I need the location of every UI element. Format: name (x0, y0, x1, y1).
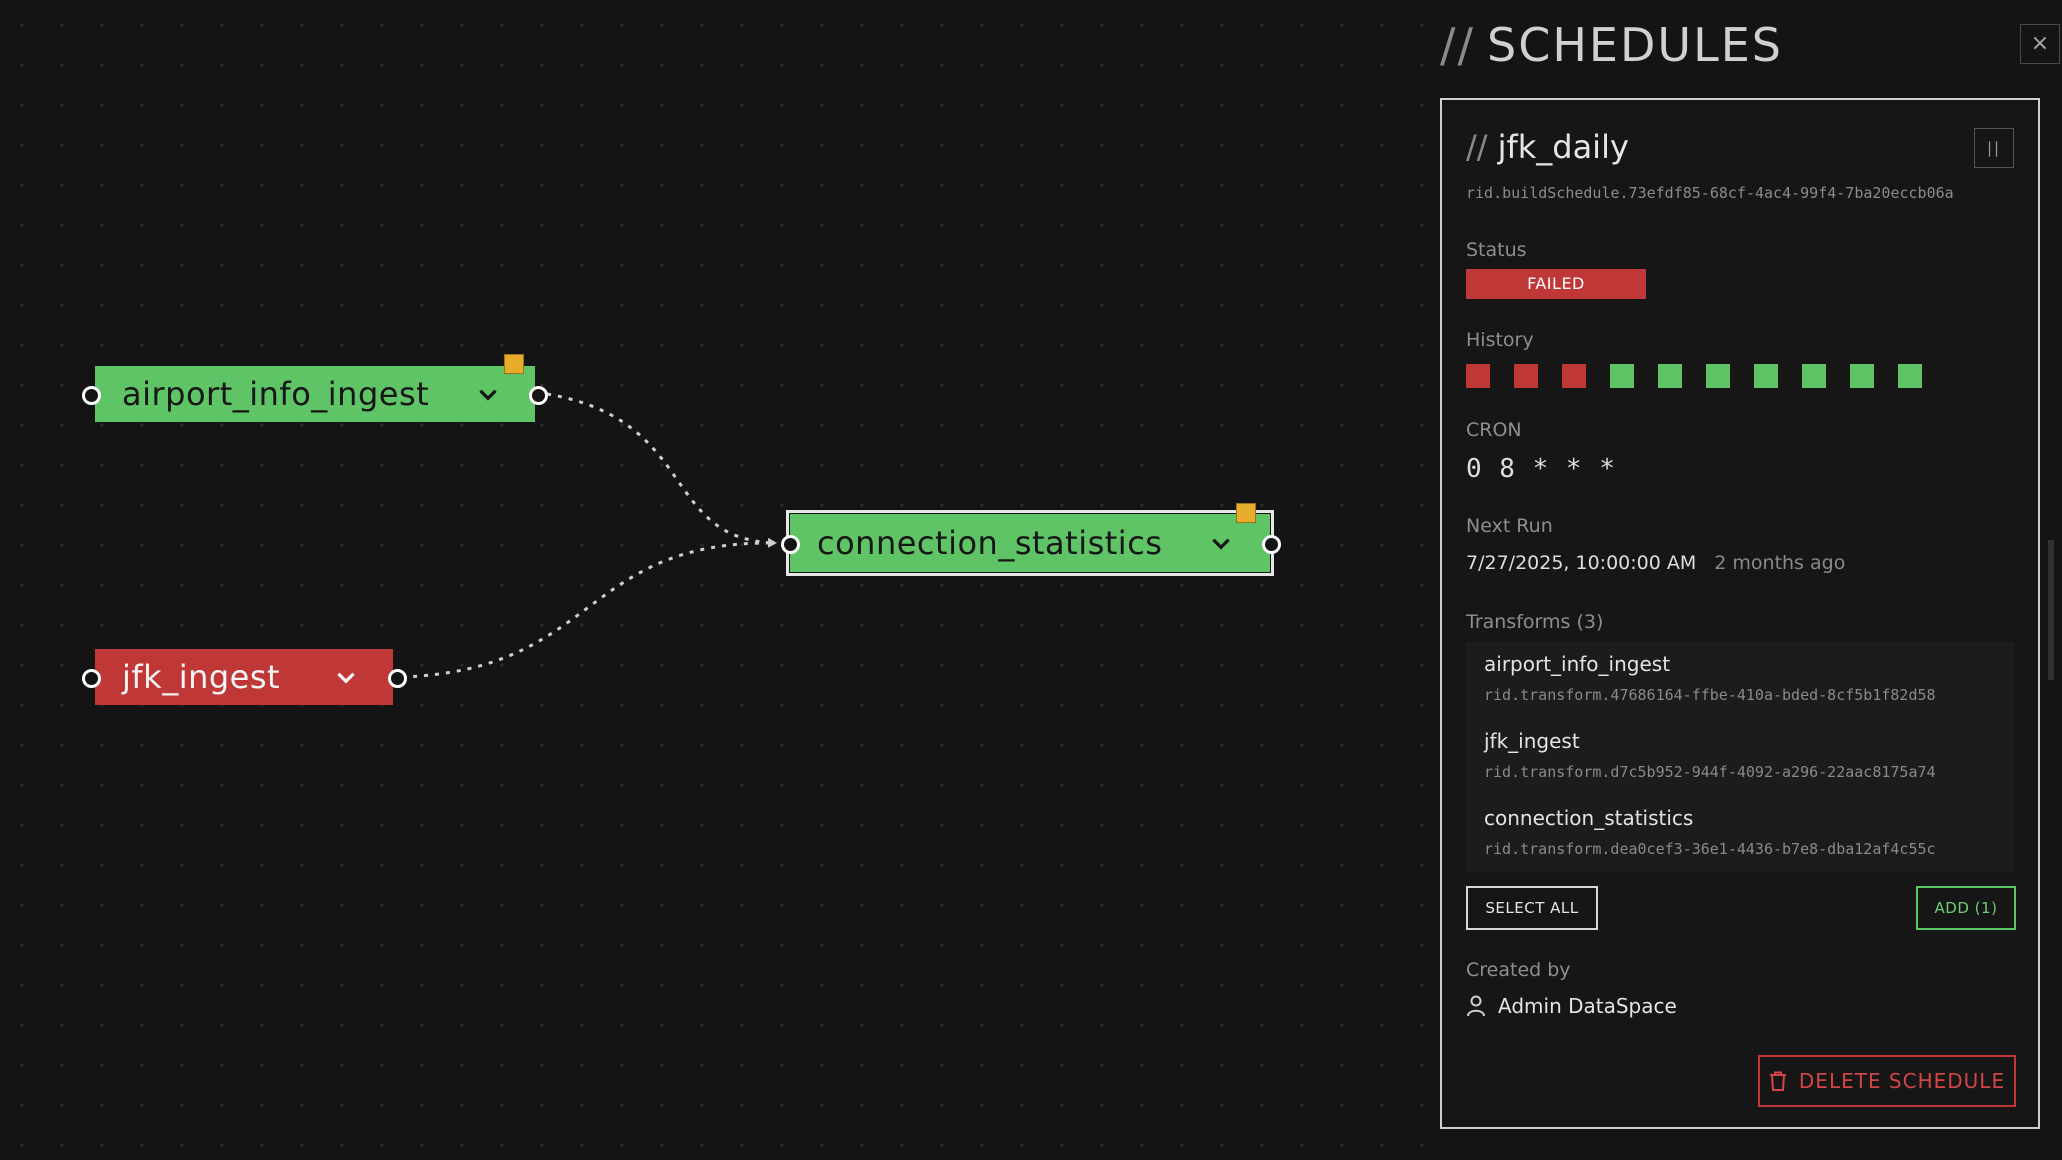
node-label: airport_info_ingest (122, 375, 430, 413)
created-by-label: Created by (1466, 959, 1571, 981)
node-input-port[interactable] (781, 535, 800, 554)
transform-rid: rid.transform.dea0cef3-36e1-4436-b7e8-db… (1484, 840, 1936, 858)
schedule-name: //jfk_daily (1466, 128, 1629, 166)
node-jfk-ingest[interactable]: jfk_ingest (95, 649, 393, 705)
delete-schedule-button[interactable]: DELETE SCHEDULE (1758, 1055, 2016, 1107)
status-badge: FAILED (1466, 269, 1646, 299)
chevron-down-icon[interactable] (475, 381, 501, 407)
edge-airport-to-connection (546, 392, 777, 548)
history-bar (1466, 364, 1922, 388)
user-icon (1467, 995, 1485, 1017)
history-run-failed[interactable] (1466, 364, 1490, 388)
transform-name: jfk_ingest (1484, 729, 1580, 753)
node-input-port[interactable] (82, 669, 101, 688)
select-all-button[interactable]: SELECT ALL (1466, 886, 1598, 930)
schedule-rid: rid.buildSchedule.73efdf85-68cf-4ac4-99f… (1466, 184, 1954, 202)
node-label: jfk_ingest (122, 658, 281, 696)
chevron-down-icon[interactable] (1208, 530, 1234, 556)
trash-icon (1769, 1071, 1786, 1091)
history-label: History (1466, 329, 1534, 351)
transform-item[interactable]: jfk_ingest rid.transform.d7c5b952-944f-4… (1484, 729, 1936, 781)
name-prefix: // (1466, 128, 1488, 166)
cron-label: CRON (1466, 419, 1522, 441)
history-run-success[interactable] (1850, 364, 1874, 388)
scrollbar-thumb[interactable] (2048, 540, 2054, 680)
add-button[interactable]: ADD (1) (1916, 886, 2016, 930)
next-run-datetime: 7/27/2025, 10:00:00 AM (1466, 552, 1697, 574)
next-run-value: 7/27/2025, 10:00:00 AM 2 months ago (1466, 552, 1845, 574)
history-run-success[interactable] (1706, 364, 1730, 388)
graph-edges (401, 392, 777, 679)
transforms-label: Transforms (3) (1466, 611, 1604, 633)
created-by-name: Admin DataSpace (1498, 994, 1677, 1018)
history-run-success[interactable] (1898, 364, 1922, 388)
created-by-value: Admin DataSpace (1466, 994, 1677, 1018)
schedule-card: //jfk_daily || rid.buildSchedule.73efdf8… (1440, 98, 2040, 1129)
history-run-failed[interactable] (1562, 364, 1586, 388)
history-run-success[interactable] (1754, 364, 1778, 388)
transform-name: airport_info_ingest (1484, 652, 1671, 676)
transform-rid: rid.transform.d7c5b952-944f-4092-a296-22… (1484, 763, 1936, 781)
title-text: SCHEDULES (1487, 18, 1783, 72)
panel-title: //SCHEDULES (1440, 18, 1783, 72)
history-run-success[interactable] (1610, 364, 1634, 388)
close-button[interactable]: × (2020, 24, 2060, 64)
node-label: connection_statistics (817, 524, 1163, 562)
history-run-success[interactable] (1802, 364, 1826, 388)
chevron-down-icon[interactable] (333, 664, 359, 690)
name-text: jfk_daily (1497, 128, 1629, 166)
close-icon: × (2030, 31, 2050, 56)
history-run-failed[interactable] (1514, 364, 1538, 388)
node-connection-statistics[interactable]: connection_statistics (786, 510, 1274, 576)
node-output-port[interactable] (1262, 535, 1281, 554)
node-airport-info-ingest[interactable]: airport_info_ingest (95, 366, 535, 422)
cron-value: 0 8 * * * (1466, 454, 1616, 484)
transform-item[interactable]: airport_info_ingest rid.transform.476861… (1484, 652, 1936, 704)
status-label: Status (1466, 239, 1527, 261)
pause-button[interactable]: || (1974, 128, 2014, 168)
delete-label: DELETE SCHEDULE (1798, 1069, 2006, 1093)
node-output-port[interactable] (529, 386, 548, 405)
transform-item[interactable]: connection_statistics rid.transform.dea0… (1484, 806, 1936, 858)
transforms-list[interactable]: airport_info_ingest rid.transform.476861… (1466, 642, 2014, 872)
history-run-success[interactable] (1658, 364, 1682, 388)
next-run-label: Next Run (1466, 515, 1553, 537)
graph-canvas[interactable]: airport_info_ingest connection_statistic… (0, 0, 1440, 1160)
node-output-port[interactable] (388, 669, 407, 688)
node-input-port[interactable] (82, 386, 101, 405)
transform-rid: rid.transform.47686164-ffbe-410a-bded-8c… (1484, 686, 1936, 704)
next-run-relative: 2 months ago (1714, 552, 1846, 574)
pause-icon: || (1986, 139, 2002, 157)
node-badge (1236, 503, 1256, 523)
node-badge (504, 354, 524, 374)
transform-name: connection_statistics (1484, 806, 1694, 830)
title-prefix: // (1440, 18, 1475, 72)
edge-jfk-to-connection (401, 541, 777, 679)
